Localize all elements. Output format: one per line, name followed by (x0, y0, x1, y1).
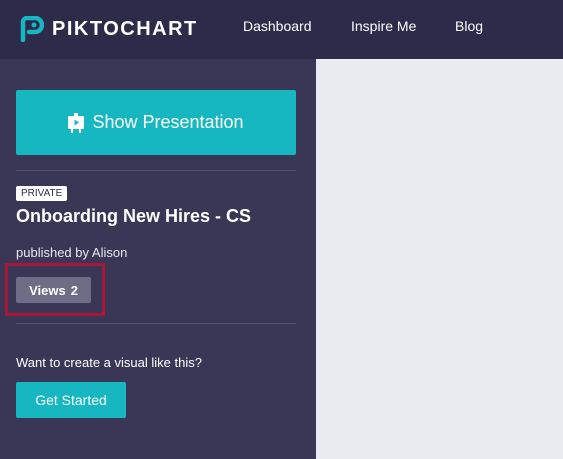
published-by-text: published by Alison (16, 245, 127, 260)
presentation-icon (68, 112, 85, 133)
nav-dashboard-link[interactable]: Dashboard (243, 18, 312, 34)
sidebar-panel: Show Presentation PRIVATE Onboarding New… (0, 59, 316, 459)
piktochart-logo-icon (20, 16, 44, 42)
views-count: 2 (70, 282, 78, 298)
brand-name: PIKTOCHART (52, 17, 198, 40)
author-name: Alison (91, 245, 128, 260)
presentation-title: Onboarding New Hires - CS (16, 206, 252, 226)
show-presentation-button[interactable]: Show Presentation (16, 90, 296, 155)
presentation-canvas (316, 59, 563, 459)
views-counter: Views 2 (16, 277, 91, 303)
nav-inspire-me-link[interactable]: Inspire Me (351, 18, 416, 34)
top-navigation-bar: PIKTOCHART Dashboard Inspire Me Blog (0, 0, 563, 59)
nav-blog-link[interactable]: Blog (455, 18, 483, 34)
get-started-button[interactable]: Get Started (16, 382, 126, 418)
divider (16, 170, 296, 171)
cta-text: Want to create a visual like this? (16, 355, 202, 370)
published-prefix: published by (16, 245, 89, 260)
divider (16, 323, 296, 324)
private-badge: PRIVATE (16, 186, 68, 201)
brand-logo[interactable]: PIKTOCHART (20, 16, 198, 42)
show-presentation-label: Show Presentation (92, 112, 244, 132)
views-label: Views (29, 282, 66, 298)
